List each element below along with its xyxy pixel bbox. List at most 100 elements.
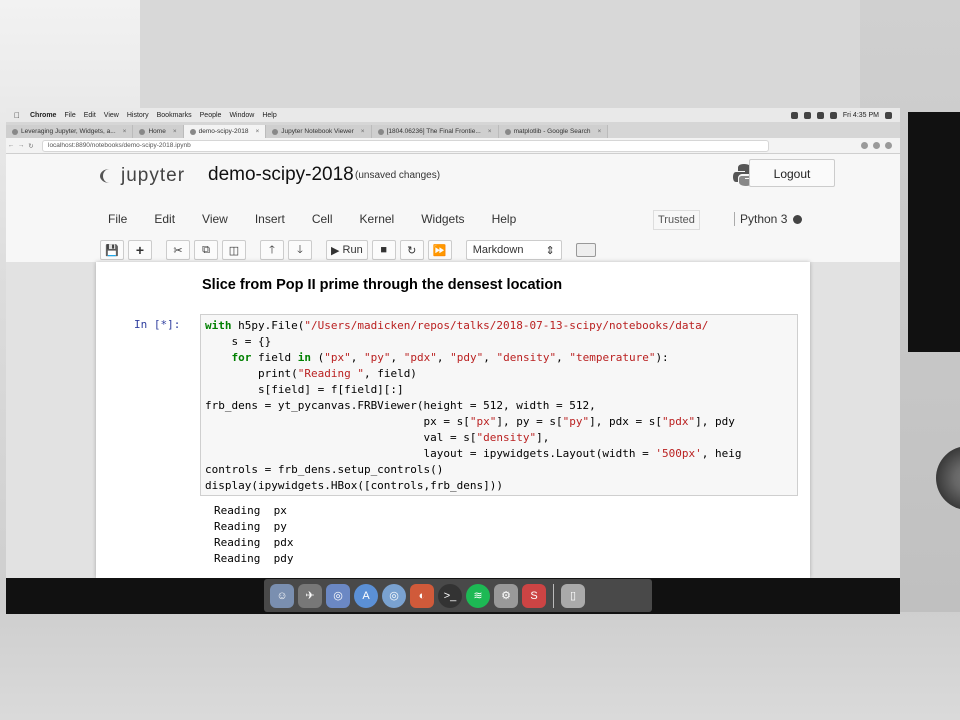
interrupt-button[interactable]: ■: [371, 240, 396, 260]
cell-prompt: In [*]:: [134, 318, 181, 331]
browser-tab[interactable]: matplotlib - Google Search ×: [498, 125, 609, 138]
menubar-clock[interactable]: Fri 4:35 PM: [843, 112, 879, 119]
status-icon[interactable]: [803, 111, 811, 119]
menubar-item-file[interactable]: File: [64, 112, 75, 119]
menubar-item-people[interactable]: People: [200, 112, 222, 119]
insert-cell-button[interactable]: +: [128, 240, 152, 260]
menu-widgets[interactable]: Widgets: [421, 212, 464, 226]
menu-view[interactable]: View: [202, 212, 228, 226]
cell-type-select[interactable]: Markdown ⇕: [465, 240, 562, 260]
kernel-busy-icon: [793, 214, 803, 224]
spotify-icon[interactable]: >_: [438, 583, 462, 608]
move-down-button[interactable]: 🡓: [288, 240, 312, 260]
tab-label: Home: [148, 128, 166, 135]
code-cell-input[interactable]: with h5py.File("/Users/madicken/repos/ta…: [200, 314, 798, 496]
menu-file[interactable]: File: [108, 212, 127, 226]
back-icon[interactable]: ←: [6, 142, 16, 149]
save-icon: 💾: [105, 244, 119, 257]
run-button[interactable]: ▶​ Run: [326, 240, 368, 260]
app-store-icon[interactable]: ◎: [326, 583, 350, 608]
macos-dock: ☺ ✈ ◎ A ◎ ◐ >_ ≋ ⚙ S ▯: [264, 579, 652, 612]
extension-icon[interactable]: [861, 142, 868, 149]
finder-icon[interactable]: ☺: [270, 583, 294, 608]
menu-edit[interactable]: Edit: [154, 212, 175, 226]
menubar-status-area: Fri 4:35 PM: [790, 111, 892, 119]
terminal-icon[interactable]: ◐: [410, 583, 434, 608]
restart-button[interactable]: ↻: [399, 240, 424, 260]
menu-icon[interactable]: [885, 142, 892, 149]
save-button[interactable]: 💾: [100, 240, 124, 260]
restart-run-all-button[interactable]: ⏩: [427, 240, 452, 260]
output-line: Reading pdy: [214, 552, 294, 565]
apple-icon[interactable]: : [12, 111, 22, 120]
scissors-icon: ✂: [173, 244, 183, 257]
favicon-icon: [504, 128, 511, 135]
browser-tab-active[interactable]: demo-scipy-2018 ×: [183, 125, 267, 138]
menu-kernel[interactable]: Kernel: [360, 212, 395, 226]
menubar-item-window[interactable]: Window: [229, 112, 254, 119]
markdown-heading[interactable]: Slice from Pop II prime through the dens…: [202, 277, 562, 293]
keyboard-icon[interactable]: [575, 243, 596, 257]
menubar-item-view[interactable]: View: [104, 112, 119, 119]
preview-icon[interactable]: S: [522, 583, 546, 608]
output-line: Reading py: [214, 520, 287, 533]
chrome-icon[interactable]: ◎: [382, 583, 406, 608]
close-icon[interactable]: ×: [488, 128, 492, 135]
menubar-item-history[interactable]: History: [127, 112, 149, 119]
notebook-title[interactable]: demo-scipy-2018: [208, 164, 354, 186]
logout-button[interactable]: Logout: [749, 159, 835, 187]
extension-icon[interactable]: [873, 142, 880, 149]
arrow-up-icon: 🡑: [269, 243, 275, 256]
move-up-button[interactable]: 🡑: [260, 240, 284, 260]
browser-tab-strip: Leveraging Jupyter, Widgets, a... × Home ×…: [6, 122, 900, 138]
code-line: layout = ipywidgets.Layout(width = '500p…: [205, 447, 742, 460]
status-icon[interactable]: [790, 111, 798, 119]
close-icon[interactable]: ×: [361, 128, 365, 135]
url-input[interactable]: localhost:8890/notebooks/demo-scipy-2018…: [42, 139, 769, 152]
launchpad-icon[interactable]: ✈: [298, 583, 322, 608]
copy-button[interactable]: ⧉: [194, 240, 218, 260]
kernel-indicator[interactable]: Python 3: [734, 212, 803, 226]
tab-label: Jupyter Notebook Viewer: [281, 128, 354, 135]
safari-icon[interactable]: A: [354, 583, 378, 608]
menu-cell[interactable]: Cell: [312, 212, 333, 226]
restart-icon: ↻: [407, 244, 417, 257]
trash-icon[interactable]: ▯: [561, 583, 585, 608]
cut-button[interactable]: ✂: [166, 240, 190, 260]
code-line: display(ipywidgets.HBox([controls,frb_de…: [205, 479, 504, 492]
trusted-badge[interactable]: Trusted: [653, 210, 700, 230]
settings-icon[interactable]: ≋: [466, 583, 490, 608]
notebook-page: Slice from Pop II prime through the dens…: [96, 262, 810, 581]
menu-help[interactable]: Help: [492, 212, 517, 226]
close-icon[interactable]: ×: [123, 128, 127, 135]
favicon-icon: [377, 128, 384, 135]
slack-icon[interactable]: ⚙: [494, 583, 518, 608]
menubar-item-bookmarks[interactable]: Bookmarks: [157, 112, 192, 119]
browser-tab[interactable]: Home ×: [133, 125, 184, 138]
browser-tab[interactable]: [1804.06236] The Final Frontie... ×: [371, 125, 499, 138]
close-icon[interactable]: ×: [255, 128, 259, 135]
paste-button[interactable]: ◫: [222, 240, 246, 260]
wifi-icon[interactable]: [816, 111, 824, 119]
forward-icon[interactable]: →: [16, 142, 26, 149]
menu-insert[interactable]: Insert: [255, 212, 285, 226]
code-line: val = s["density"],: [205, 431, 550, 444]
page-fold: [96, 569, 810, 578]
menubar-item-edit[interactable]: Edit: [84, 112, 96, 119]
menubar-item-help[interactable]: Help: [262, 112, 276, 119]
code-line: px = s["px"], py = s["py"], pdx = s["pdx…: [205, 415, 735, 428]
search-icon[interactable]: [885, 111, 892, 119]
reload-icon[interactable]: ↻: [26, 142, 36, 150]
close-icon[interactable]: ×: [598, 128, 602, 135]
notebook-toolbar: 💾 + ✂ ⧉ ◫ 🡑 🡓 ▶​ Run ■ ↻ ⏩ Markdown ⇕: [100, 240, 596, 260]
battery-icon[interactable]: [829, 111, 837, 119]
notebook-menu: File Edit View Insert Cell Kernel Widget…: [108, 212, 543, 226]
cell-type-value: Markdown: [472, 244, 524, 256]
browser-tab[interactable]: Jupyter Notebook Viewer ×: [266, 125, 372, 138]
menubar-item-chrome[interactable]: Chrome: [30, 112, 56, 119]
paste-icon: ◫: [228, 244, 240, 257]
close-icon[interactable]: ×: [173, 128, 177, 135]
browser-tab[interactable]: Leveraging Jupyter, Widgets, a... ×: [6, 125, 134, 138]
tab-label: [1804.06236] The Final Frontie...: [386, 128, 481, 135]
jupyter-logo[interactable]: jupyter: [100, 164, 185, 188]
